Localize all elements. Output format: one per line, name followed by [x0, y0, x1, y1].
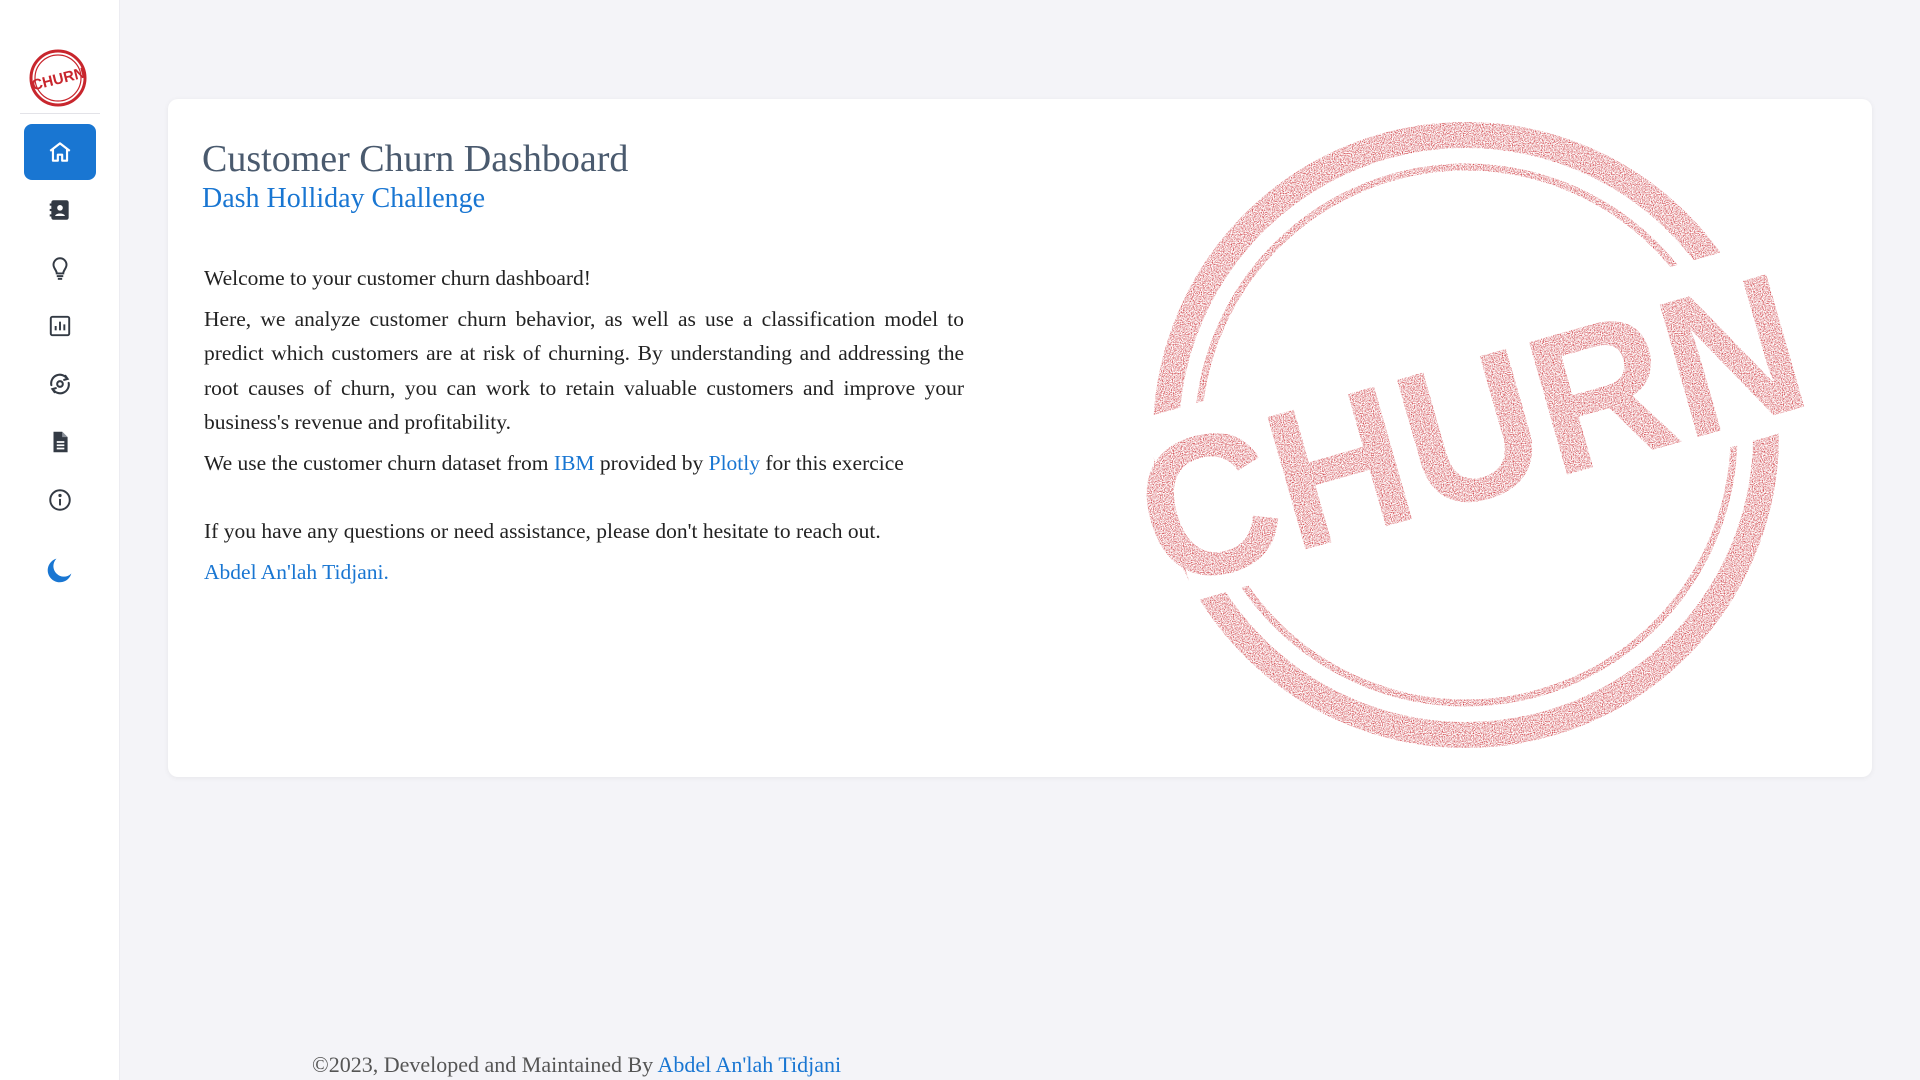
welcome-card: Customer Churn Dashboard Dash Holliday C… — [168, 99, 1872, 777]
churn-logo[interactable]: CHURN — [28, 48, 88, 108]
contact-card-icon — [49, 200, 69, 220]
dataset-prefix: We use the customer churn dataset from — [204, 450, 554, 475]
help-text: If you have any questions or need assist… — [204, 519, 881, 543]
page-subtitle: Dash Holliday Challenge — [202, 183, 486, 214]
eye-refresh-icon — [50, 373, 70, 395]
footer-copyright: ©2023, Developed and Maintained By — [312, 1052, 658, 1077]
moon-icon — [47, 558, 72, 583]
ibm-link[interactable]: IBM — [554, 451, 595, 475]
theme-toggle-button[interactable] — [40, 551, 80, 589]
bar-chart-icon — [49, 315, 71, 337]
sidebar-item-about[interactable] — [24, 472, 96, 528]
description-text: Here, we analyze customer churn behavior… — [204, 306, 964, 435]
footer: ©2023, Developed and Maintained By Abdel… — [312, 1052, 841, 1078]
intro-text: Welcome to your customer churn dashboard… — [204, 261, 964, 595]
page-title: Customer Churn Dashboard — [202, 138, 629, 180]
info-icon — [49, 489, 71, 511]
footer-author-link[interactable]: Abdel An'lah Tidjani — [657, 1052, 841, 1077]
sidebar-item-contacts[interactable] — [24, 182, 96, 238]
sidebar-item-prediction[interactable] — [24, 356, 96, 412]
lightbulb-icon — [52, 257, 68, 280]
dataset-text: We use the customer churn dataset from I… — [204, 446, 964, 481]
author-link[interactable]: Abdel An'lah Tidjani. — [204, 560, 389, 584]
logo-container: CHURN — [20, 40, 100, 114]
sidebar-item-analytics[interactable] — [24, 298, 96, 354]
dataset-middle: provided by — [594, 450, 709, 475]
home-icon — [49, 142, 71, 162]
plotly-link[interactable]: Plotly — [709, 451, 760, 475]
sidebar: CHURN — [0, 0, 120, 1080]
sidebar-item-documents[interactable] — [24, 414, 96, 470]
welcome-text: Welcome to your customer churn dashboard… — [204, 266, 591, 290]
sidebar-item-insights[interactable] — [24, 240, 96, 296]
sidebar-item-home[interactable] — [24, 124, 96, 180]
document-icon — [53, 431, 68, 453]
dataset-suffix: for this exercice — [760, 450, 904, 475]
churn-stamp-image: CHURN — [1113, 122, 1828, 748]
